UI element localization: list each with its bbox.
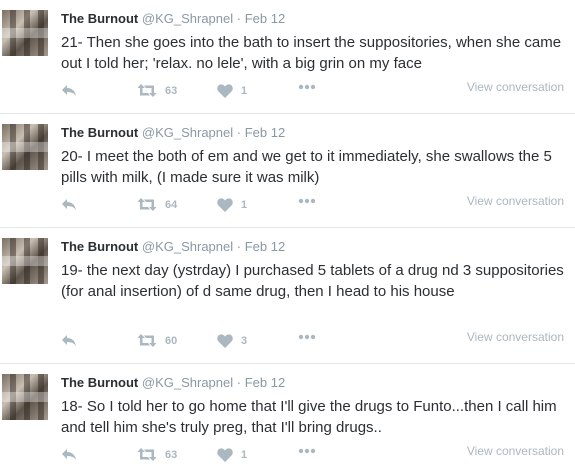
avatar[interactable] <box>2 124 48 170</box>
tweet-text: 20- I meet the both of em and we get to … <box>61 148 552 186</box>
retweet-count: 63 <box>165 448 178 461</box>
tweet-header: The Burnout @KG_Shrapnel · Feb 12 <box>61 239 285 255</box>
tweet[interactable]: The Burnout @KG_Shrapnel · Feb 12 21- Th… <box>0 0 575 114</box>
user-handle[interactable]: @KG_Shrapnel <box>142 375 233 390</box>
separator: · <box>236 375 242 390</box>
reply-button[interactable] <box>61 334 77 347</box>
tweet-date[interactable]: Feb 12 <box>245 239 285 254</box>
user-name[interactable]: The Burnout <box>61 11 138 26</box>
more-button[interactable] <box>298 198 316 204</box>
retweet-icon <box>137 448 157 461</box>
heart-icon <box>217 84 233 98</box>
retweet-icon <box>137 334 157 347</box>
retweet-count: 64 <box>165 198 178 211</box>
like-count: 3 <box>241 335 248 347</box>
retweet-icon <box>137 198 157 211</box>
avatar[interactable] <box>2 10 48 56</box>
reply-icon <box>61 334 77 347</box>
tweet-text: 19- the next day (ystrday) I purchased 5… <box>61 262 564 300</box>
tweet-text: 18- So I told her to go home that I'll g… <box>61 398 557 436</box>
view-conversation-link[interactable]: View conversation <box>467 80 564 94</box>
more-button[interactable] <box>298 448 316 454</box>
retweet-icon <box>137 84 157 97</box>
like-count: 1 <box>241 449 248 461</box>
tweet[interactable]: The Burnout @KG_Shrapnel · Feb 12 18- So… <box>0 364 575 471</box>
like-button[interactable]: 1 <box>217 448 247 462</box>
retweet-button[interactable]: 60 <box>137 334 177 347</box>
like-count: 1 <box>241 85 248 97</box>
user-name[interactable]: The Burnout <box>61 239 138 254</box>
tweet[interactable]: The Burnout @KG_Shrapnel · Feb 12 19- th… <box>0 228 575 364</box>
tweet-date[interactable]: Feb 12 <box>245 375 285 390</box>
like-button[interactable]: 1 <box>217 84 247 98</box>
like-button[interactable]: 3 <box>217 334 247 348</box>
tweet-header: The Burnout @KG_Shrapnel · Feb 12 <box>61 125 285 141</box>
retweet-count: 60 <box>165 334 178 347</box>
user-handle[interactable]: @KG_Shrapnel <box>142 239 233 254</box>
view-conversation-link[interactable]: View conversation <box>467 444 564 458</box>
view-conversation-link[interactable]: View conversation <box>467 194 564 208</box>
avatar[interactable] <box>2 238 48 284</box>
user-handle[interactable]: @KG_Shrapnel <box>142 125 233 140</box>
like-button[interactable]: 1 <box>217 198 247 212</box>
avatar[interactable] <box>2 374 48 420</box>
separator: · <box>236 239 242 254</box>
tweet-header: The Burnout @KG_Shrapnel · Feb 12 <box>61 11 285 27</box>
view-conversation-link[interactable]: View conversation <box>467 330 564 344</box>
reply-icon <box>61 198 77 211</box>
more-button[interactable] <box>298 84 316 90</box>
reply-button[interactable] <box>61 84 77 97</box>
separator: · <box>236 11 242 26</box>
more-button[interactable] <box>298 334 316 340</box>
tweet[interactable]: The Burnout @KG_Shrapnel · Feb 12 20- I … <box>0 114 575 228</box>
tweet-timeline: The Burnout @KG_Shrapnel · Feb 12 21- Th… <box>0 0 575 471</box>
retweet-button[interactable]: 63 <box>137 448 177 461</box>
retweet-button[interactable]: 64 <box>137 198 177 211</box>
user-name[interactable]: The Burnout <box>61 125 138 140</box>
heart-icon <box>217 334 233 348</box>
reply-icon <box>61 84 77 97</box>
heart-icon <box>217 448 233 462</box>
more-dots-icon <box>298 198 316 204</box>
more-dots-icon <box>298 334 316 340</box>
more-dots-icon <box>298 84 316 90</box>
tweet-header: The Burnout @KG_Shrapnel · Feb 12 <box>61 375 285 391</box>
separator: · <box>236 125 242 140</box>
user-handle[interactable]: @KG_Shrapnel <box>142 11 233 26</box>
reply-icon <box>61 448 77 461</box>
retweet-count: 63 <box>165 84 178 97</box>
tweet-date[interactable]: Feb 12 <box>245 125 285 140</box>
heart-icon <box>217 198 233 212</box>
reply-button[interactable] <box>61 198 77 211</box>
tweet-date[interactable]: Feb 12 <box>245 11 285 26</box>
more-dots-icon <box>298 448 316 454</box>
user-name[interactable]: The Burnout <box>61 375 138 390</box>
reply-button[interactable] <box>61 448 77 461</box>
tweet-text: 21- Then she goes into the bath to inser… <box>61 34 562 72</box>
retweet-button[interactable]: 63 <box>137 84 177 97</box>
like-count: 1 <box>241 199 248 211</box>
